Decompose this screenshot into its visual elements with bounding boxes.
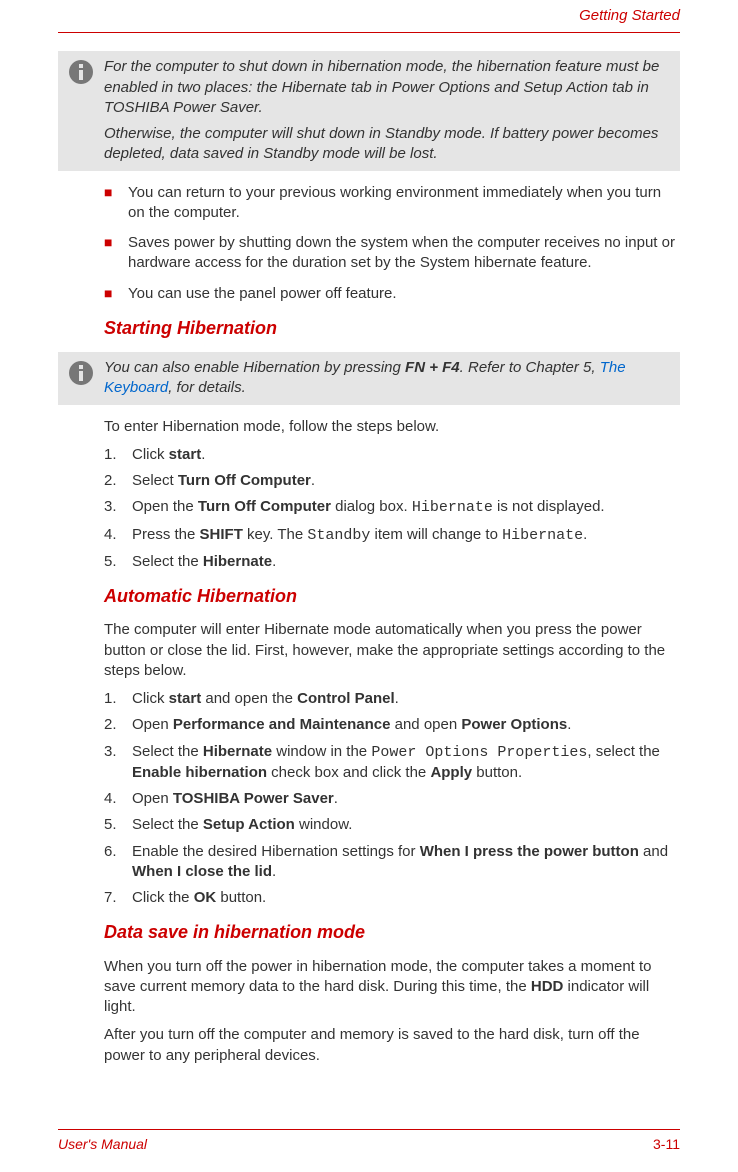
list-item: Enable the desired Hibernation settings …: [104, 842, 680, 883]
page-header: Getting Started: [58, 0, 680, 32]
footer-page-number: 3-11: [653, 1135, 680, 1154]
page-footer: User's Manual 3-11: [58, 1135, 680, 1154]
note-1-p1: For the computer to shut down in hiberna…: [104, 57, 670, 118]
info-icon: [58, 57, 104, 91]
t: .: [272, 863, 276, 880]
list-item: Open Performance and Maintenance and ope…: [104, 715, 680, 735]
t: Select the: [132, 553, 203, 570]
info-icon: [58, 358, 104, 392]
list-item: Open TOSHIBA Power Saver.: [104, 789, 680, 809]
footer-rule: [58, 1129, 680, 1130]
t: When I close the lid: [132, 863, 272, 880]
t: Press the: [132, 526, 200, 543]
list-item: Press the SHIFT key. The Standby item wi…: [104, 525, 680, 546]
list-item: Click the OK button.: [104, 888, 680, 908]
t: button.: [472, 764, 522, 781]
t: .: [395, 690, 399, 707]
t: key. The: [243, 526, 307, 543]
heading-automatic-hibernation: Automatic Hibernation: [104, 584, 680, 608]
t: Select: [132, 472, 178, 489]
t: Open the: [132, 498, 198, 515]
bullet-item: You can use the panel power off feature.: [104, 284, 680, 304]
t: .: [201, 446, 205, 463]
t: Control Panel: [297, 690, 395, 707]
list-item: Click start.: [104, 445, 680, 465]
t: Enable hibernation: [132, 764, 267, 781]
list-item: Select the Setup Action window.: [104, 815, 680, 835]
note-2-post: , for details.: [168, 379, 246, 396]
t: Select the: [132, 743, 203, 760]
note-2-pre: You can also enable Hibernation by press…: [104, 359, 405, 376]
t: Click: [132, 690, 169, 707]
info-note-1: For the computer to shut down in hiberna…: [58, 51, 680, 170]
t: Hibernate: [203, 553, 272, 570]
t: and open the: [201, 690, 297, 707]
t: , select the: [587, 743, 660, 760]
t: Open: [132, 716, 173, 733]
t: is not displayed.: [493, 498, 605, 515]
t: item will change to: [370, 526, 502, 543]
t: dialog box.: [331, 498, 412, 515]
bullet-list-1: You can return to your previous working …: [104, 183, 680, 304]
t: .: [311, 472, 315, 489]
t: .: [334, 790, 338, 807]
note-2-keys: FN + F4: [405, 359, 460, 376]
t: Hibernate: [203, 743, 272, 760]
para-data-save-2: After you turn off the computer and memo…: [104, 1025, 680, 1066]
t: Open: [132, 790, 173, 807]
t: Enable the desired Hibernation settings …: [132, 843, 420, 860]
t: Hibernate: [412, 499, 493, 516]
t: and: [639, 843, 668, 860]
footer-manual-label: User's Manual: [58, 1135, 147, 1154]
t: Turn Off Computer: [178, 472, 311, 489]
list-item: Click start and open the Control Panel.: [104, 689, 680, 709]
t: and open: [390, 716, 461, 733]
t: Apply: [430, 764, 472, 781]
t: start: [169, 446, 202, 463]
para-data-save-1: When you turn off the power in hibernati…: [104, 957, 680, 1018]
t: button.: [216, 889, 266, 906]
heading-starting-hibernation: Starting Hibernation: [104, 316, 680, 340]
t: check box and click the: [267, 764, 430, 781]
list-item: Select the Hibernate.: [104, 552, 680, 572]
heading-data-save: Data save in hibernation mode: [104, 920, 680, 944]
intro-steps-1: To enter Hibernation mode, follow the st…: [104, 417, 680, 437]
t: Power Options: [461, 716, 567, 733]
t: Turn Off Computer: [198, 498, 331, 515]
t: .: [567, 716, 571, 733]
t: Performance and Maintenance: [173, 716, 391, 733]
t: window in the: [272, 743, 371, 760]
ordered-list-2: Click start and open the Control Panel. …: [104, 689, 680, 908]
t: Setup Action: [203, 816, 295, 833]
list-item: Select Turn Off Computer.: [104, 471, 680, 491]
t: When I press the power button: [420, 843, 639, 860]
header-rule: [58, 32, 680, 33]
note-1-p2: Otherwise, the computer will shut down i…: [104, 124, 670, 165]
t: Click the: [132, 889, 194, 906]
intro-steps-2: The computer will enter Hibernate mode a…: [104, 620, 680, 681]
t: .: [272, 553, 276, 570]
note-1-text: For the computer to shut down in hiberna…: [104, 57, 670, 164]
t: Click: [132, 446, 169, 463]
note-2-mid: . Refer to Chapter 5,: [460, 359, 600, 376]
info-note-2: You can also enable Hibernation by press…: [58, 352, 680, 405]
bullet-item: You can return to your previous working …: [104, 183, 680, 224]
t: Standby: [307, 527, 370, 544]
bullet-item: Saves power by shutting down the system …: [104, 233, 680, 274]
list-item: Select the Hibernate window in the Power…: [104, 742, 680, 784]
t: .: [583, 526, 587, 543]
t: HDD: [531, 978, 564, 995]
t: window.: [295, 816, 353, 833]
t: Select the: [132, 816, 203, 833]
note-2-text: You can also enable Hibernation by press…: [104, 358, 670, 399]
t: start: [169, 690, 202, 707]
t: SHIFT: [200, 526, 243, 543]
t: Hibernate: [502, 527, 583, 544]
t: OK: [194, 889, 217, 906]
t: Power Options Properties: [371, 744, 587, 761]
t: TOSHIBA Power Saver: [173, 790, 334, 807]
ordered-list-1: Click start. Select Turn Off Computer. O…: [104, 445, 680, 572]
list-item: Open the Turn Off Computer dialog box. H…: [104, 497, 680, 518]
